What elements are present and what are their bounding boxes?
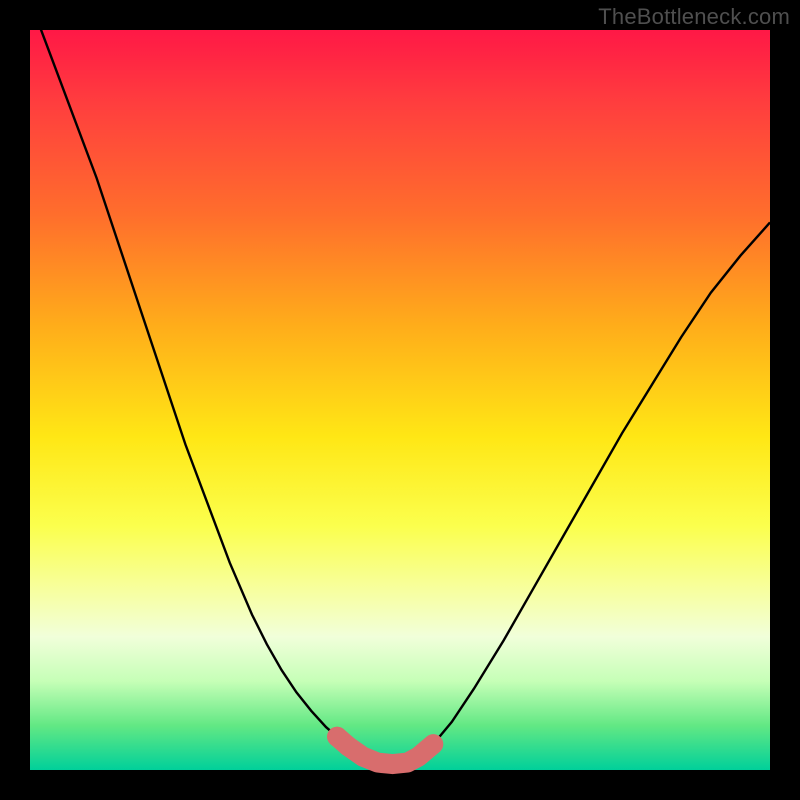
chart-frame: TheBottleneck.com (0, 0, 800, 800)
curve-markers (327, 727, 433, 764)
plot-area (30, 30, 770, 770)
watermark-text: TheBottleneck.com (598, 4, 790, 30)
marker-dot (338, 736, 358, 756)
bottleneck-curve (30, 0, 770, 764)
plot-svg (30, 30, 770, 770)
